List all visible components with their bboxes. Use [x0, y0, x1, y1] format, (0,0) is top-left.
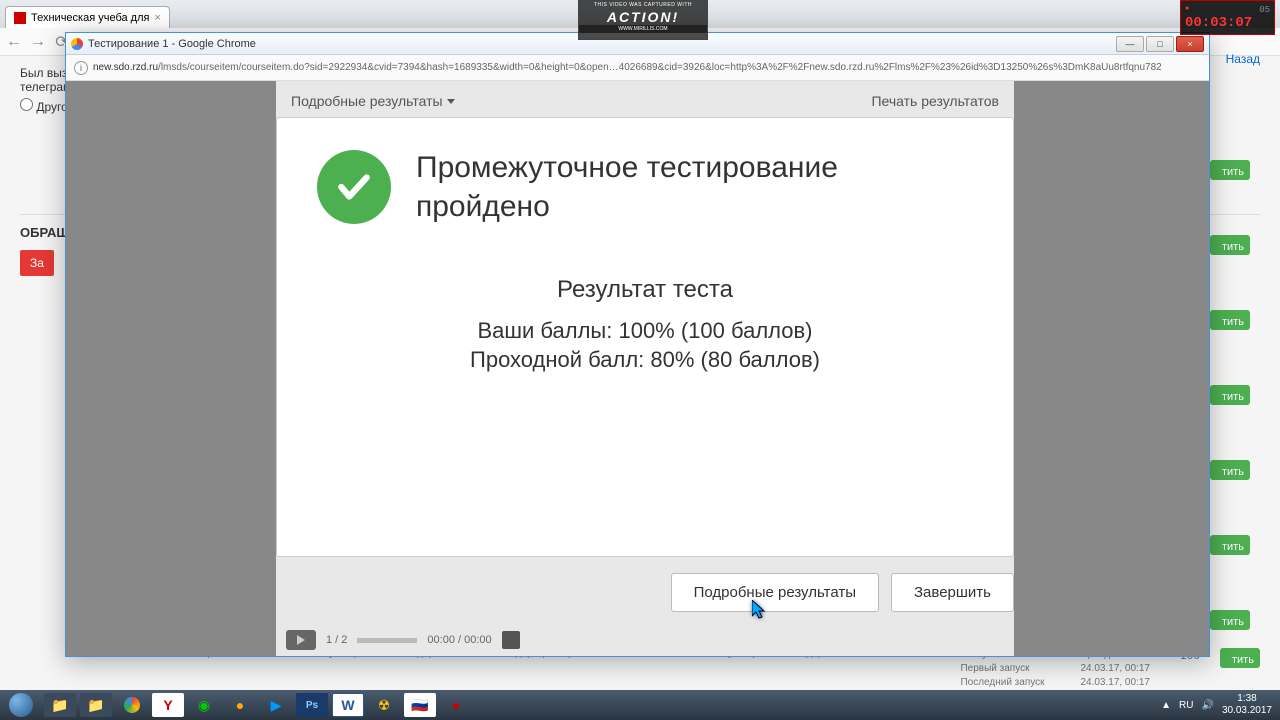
bg-tab[interactable]: Техническая учеба для × — [5, 6, 170, 28]
tray-icon[interactable]: ▲ — [1161, 700, 1171, 711]
back-icon[interactable]: ← — [5, 33, 23, 51]
clock[interactable]: 1:38 30.03.2017 — [1222, 693, 1272, 717]
green-button[interactable]: тить — [1210, 385, 1250, 405]
popup-body: Подробные результаты Печать результатов … — [66, 81, 1209, 656]
green-button[interactable]: тить — [1210, 535, 1250, 555]
taskbar-app[interactable]: ◉ — [188, 693, 220, 717]
details-button[interactable]: Подробные результаты — [671, 573, 879, 612]
capture-watermark: THIS VIDEO WAS CAPTURED WITH ACTION! WWW… — [578, 0, 708, 40]
taskbar-photoshop[interactable]: Ps — [296, 693, 328, 717]
last-run-value: 24.03.17, 00:17 — [1080, 676, 1150, 690]
green-button[interactable]: тить — [1210, 310, 1250, 330]
finish-button[interactable]: Завершить — [891, 573, 1014, 612]
green-button[interactable]: тить — [1220, 648, 1260, 668]
rec-time: 00:03:07 — [1185, 15, 1270, 31]
green-buttons-column: тить тить тить тить тить тить тить — [1210, 160, 1250, 630]
slide-counter: 1 / 2 — [326, 634, 347, 646]
taskbar-app[interactable]: ● — [224, 693, 256, 717]
green-button[interactable]: тить — [1210, 610, 1250, 630]
popup-url[interactable]: new.sdo.rzd.ru/lmsds/courseitem/courseit… — [93, 62, 1201, 73]
print-results-link[interactable]: Печать результатов — [871, 93, 999, 109]
popup-url-bar: i new.sdo.rzd.ru/lmsds/courseitem/course… — [66, 55, 1209, 81]
details-label: Подробные результаты — [291, 93, 443, 109]
test-result-popup: Тестирование 1 - Google Chrome — □ × i n… — [65, 32, 1210, 657]
popup-center: Подробные результаты Печать результатов … — [276, 81, 1014, 656]
forward-icon[interactable]: → — [29, 33, 47, 51]
details-dropdown[interactable]: Подробные результаты — [291, 93, 455, 109]
taskbar-yandex[interactable]: Y — [152, 693, 184, 717]
back-link[interactable]: Назад — [1226, 52, 1260, 66]
taskbar-chrome[interactable] — [116, 693, 148, 717]
watermark-url: WWW.MIRILLIS.COM — [579, 25, 707, 33]
player-time: 00:00 / 00:00 — [427, 634, 491, 646]
first-run-value: 24.03.17, 00:17 — [1080, 662, 1150, 676]
player-progress[interactable] — [357, 638, 417, 643]
clock-date: 30.03.2017 — [1222, 705, 1272, 717]
green-button[interactable]: тить — [1210, 160, 1250, 180]
close-icon[interactable]: × — [154, 12, 160, 24]
rec-fps: 05 — [1259, 5, 1270, 15]
result-toolbar: Подробные результаты Печать результатов — [276, 85, 1014, 117]
taskbar-app[interactable]: ▶ — [260, 693, 292, 717]
chevron-down-icon — [447, 99, 455, 104]
close-button[interactable]: × — [1176, 36, 1204, 52]
popup-left-gutter — [66, 81, 276, 656]
popup-right-gutter — [1014, 81, 1209, 656]
first-run-label: Первый запуск — [960, 662, 1060, 676]
watermark-logo: ACTION! — [579, 9, 707, 25]
tray-icon[interactable]: 🔊 — [1201, 700, 1213, 711]
pass-title: Промежуточное тестирование пройдено — [416, 148, 973, 226]
bg-favicon — [14, 12, 26, 24]
chrome-icon — [71, 38, 83, 50]
your-score: Ваши баллы: 100% (100 баллов) — [470, 318, 820, 344]
info-icon[interactable]: i — [74, 61, 88, 75]
maximize-button[interactable]: □ — [1146, 36, 1174, 52]
taskbar-app[interactable]: ● — [440, 693, 472, 717]
watermark-line1: THIS VIDEO WAS CAPTURED WITH — [579, 1, 707, 9]
last-run-label: Последний запуск — [960, 676, 1060, 690]
result-section: Результат теста Ваши баллы: 100% (100 ба… — [470, 276, 820, 376]
taskbar-app[interactable]: ☢ — [368, 693, 400, 717]
taskbar[interactable]: 📁 📁 Y ◉ ● ▶ Ps W ☢ 🇷🇺 ● ▲ RU 🔊 1:38 30.0… — [0, 690, 1280, 720]
check-circle-icon — [317, 150, 391, 224]
taskbar-word[interactable]: W — [332, 693, 364, 717]
green-button[interactable]: тить — [1210, 460, 1250, 480]
pass-score: Проходной балл: 80% (80 баллов) — [470, 347, 820, 373]
minimize-button[interactable]: — — [1116, 36, 1144, 52]
start-button[interactable] — [0, 690, 42, 720]
taskbar-app[interactable]: 📁 — [80, 693, 112, 717]
pass-header: Промежуточное тестирование пройдено — [317, 148, 973, 226]
popup-title: Тестирование 1 - Google Chrome — [88, 38, 256, 50]
taskbar-app[interactable]: 📁 — [44, 693, 76, 717]
recording-overlay: ● 05 00:03:07 — [1180, 0, 1275, 35]
taskbar-app[interactable]: 🇷🇺 — [404, 693, 436, 717]
result-heading: Результат теста — [470, 276, 820, 304]
bg-submit-button[interactable]: За — [20, 250, 54, 276]
play-button[interactable] — [286, 630, 316, 650]
result-card: Промежуточное тестирование пройдено Резу… — [276, 117, 1014, 557]
fullscreen-button[interactable] — [502, 631, 520, 649]
clock-time: 1:38 — [1222, 693, 1272, 705]
action-buttons: Подробные результаты Завершить — [276, 565, 1014, 624]
bg-tab-title: Техническая учеба для — [31, 12, 149, 24]
lang-indicator[interactable]: RU — [1179, 700, 1193, 711]
bg-radio[interactable] — [20, 98, 33, 111]
player-bar: 1 / 2 00:00 / 00:00 — [276, 624, 1014, 656]
cursor-icon — [752, 600, 768, 625]
green-button[interactable]: тить — [1210, 235, 1250, 255]
system-tray[interactable]: ▲ RU 🔊 1:38 30.03.2017 — [1161, 693, 1280, 717]
